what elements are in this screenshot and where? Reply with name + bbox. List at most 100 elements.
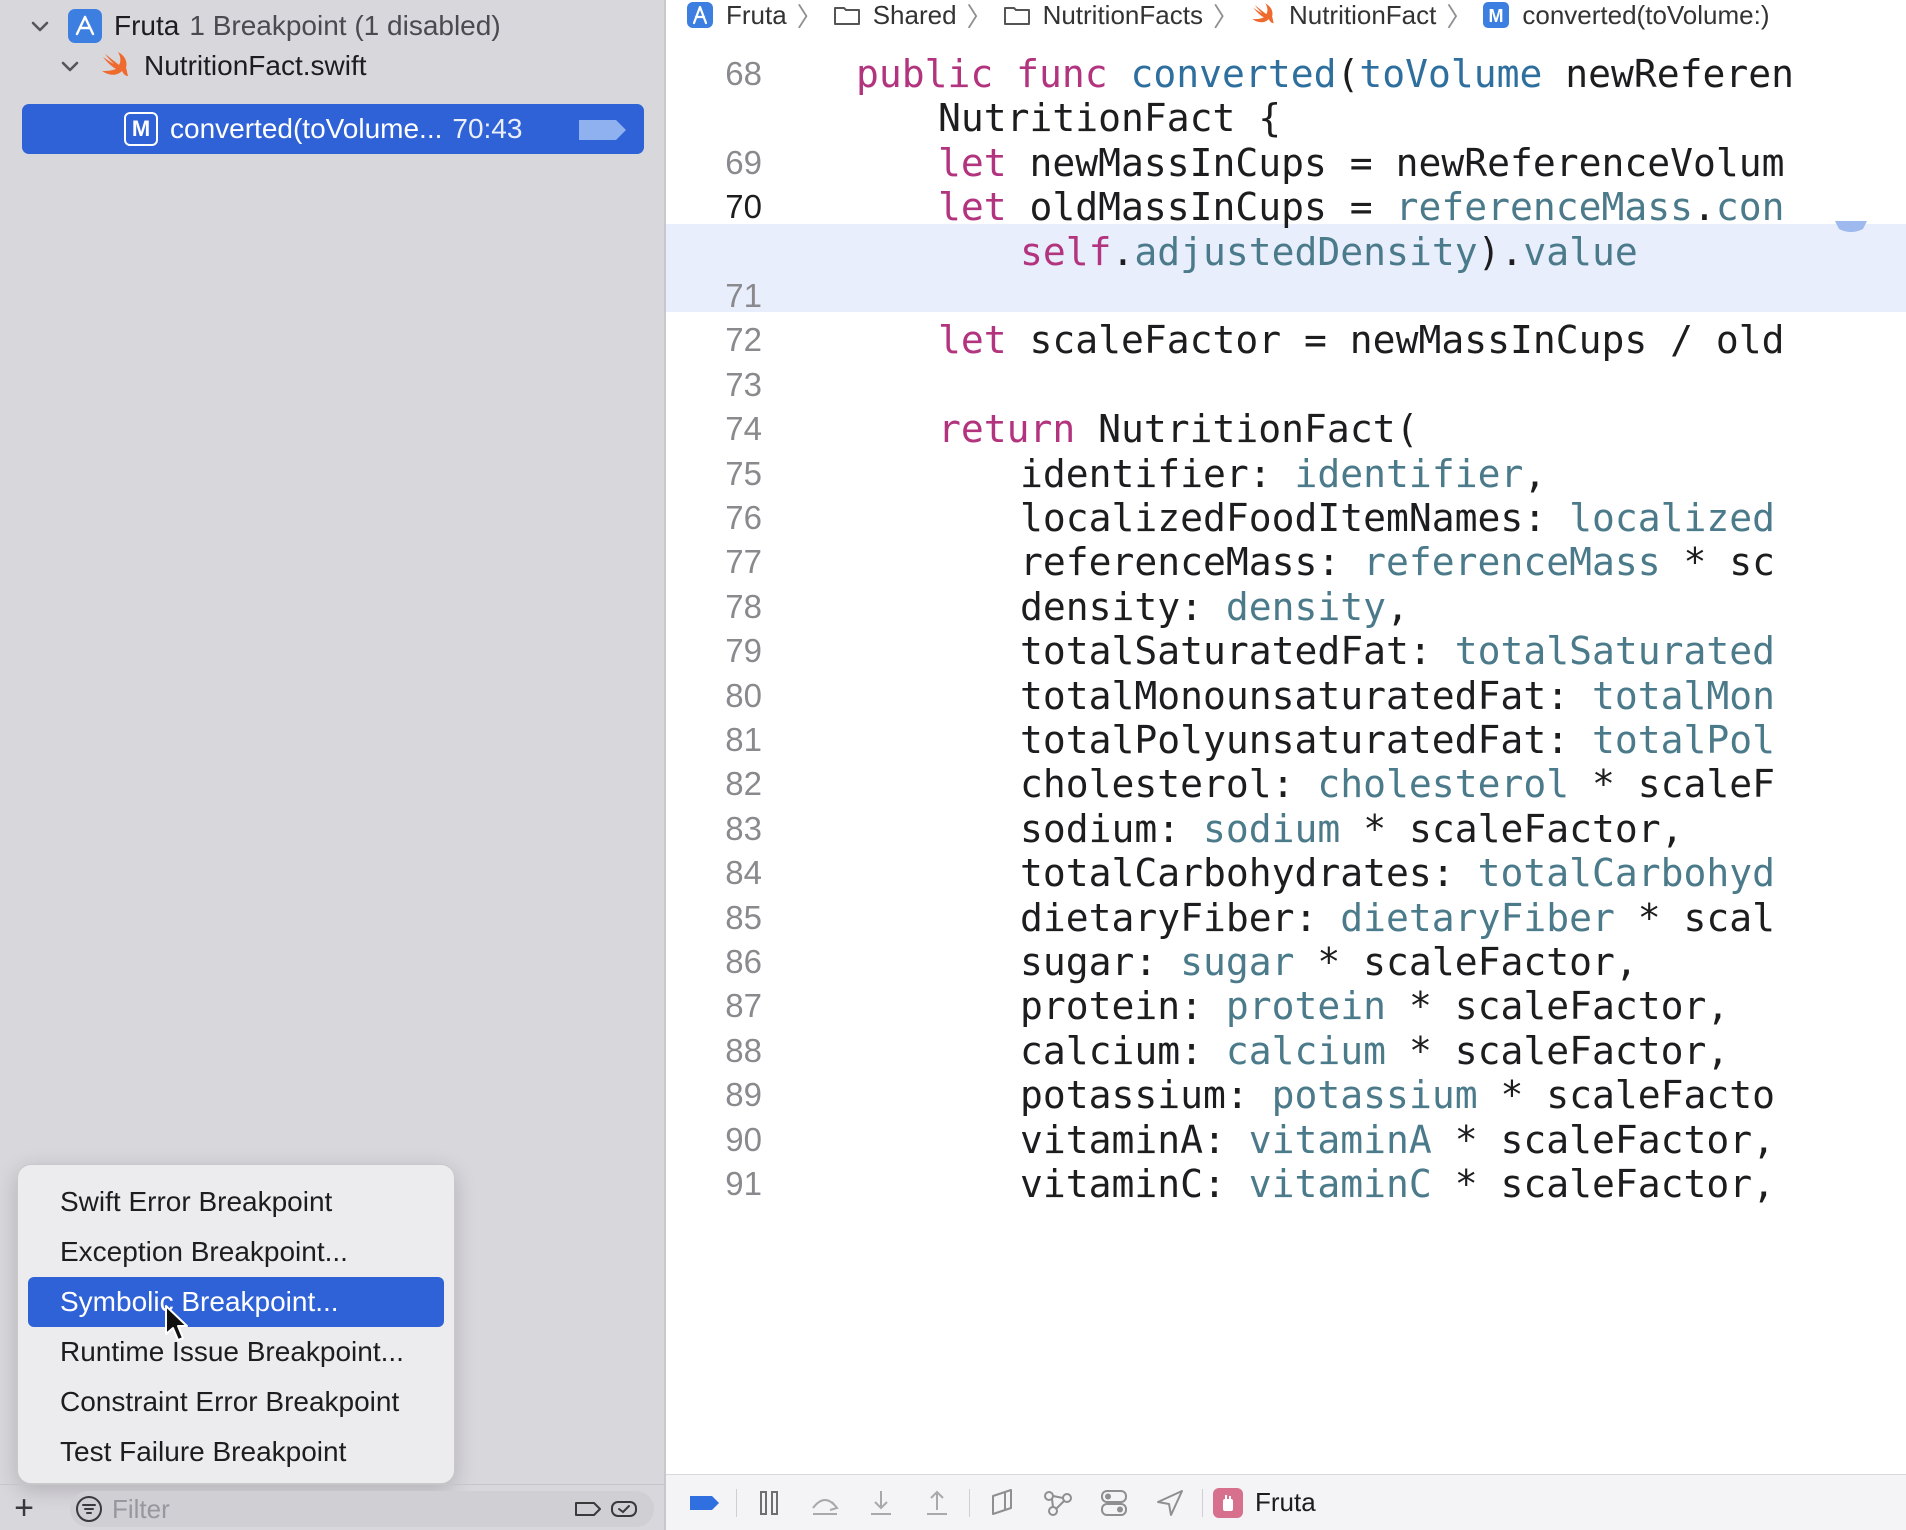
jumpbar-segment-file[interactable]: NutritionFact xyxy=(1249,0,1436,31)
pause-button[interactable] xyxy=(741,1475,797,1530)
column-breakpoint-marker-icon[interactable] xyxy=(1833,219,1869,233)
scheme-selector[interactable]: Fruta xyxy=(1213,1487,1316,1518)
code-line[interactable]: density: density, xyxy=(1020,585,1409,629)
view-hierarchy-button[interactable] xyxy=(974,1475,1030,1530)
code-line[interactable]: totalSaturatedFat: totalSaturated xyxy=(1020,629,1775,673)
swift-file-icon xyxy=(1249,1,1277,29)
code-line[interactable]: sodium: sodium * scaleFactor, xyxy=(1020,807,1683,851)
code-token: public xyxy=(856,52,1017,96)
code-line[interactable]: potassium: potassium * scaleFacto xyxy=(1020,1073,1775,1117)
line-number[interactable]: 69 xyxy=(666,141,762,185)
menu-item-swift-error-breakpoint[interactable]: Swift Error Breakpoint xyxy=(28,1177,444,1227)
menu-item-symbolic-breakpoint[interactable]: Symbolic Breakpoint... xyxy=(28,1277,444,1327)
filter-input[interactable] xyxy=(112,1493,532,1525)
menu-item-test-failure-breakpoint[interactable]: Test Failure Breakpoint xyxy=(28,1427,444,1477)
code-area[interactable]: 68 public func converted(toVolume newRefe… xyxy=(666,40,1906,1480)
environment-overrides-icon xyxy=(1101,1489,1127,1516)
file-row[interactable]: NutritionFact.swift xyxy=(56,44,367,88)
code-line[interactable]: dietaryFiber: dietaryFiber * scal xyxy=(1020,896,1775,940)
menu-item-constraint-error-breakpoint[interactable]: Constraint Error Breakpoint xyxy=(28,1377,444,1427)
simulate-location-button[interactable] xyxy=(1142,1475,1198,1530)
line-number[interactable]: 68 xyxy=(666,52,762,96)
line-number[interactable]: 77 xyxy=(666,540,762,584)
step-out-button[interactable] xyxy=(909,1475,965,1530)
code-token: density xyxy=(1225,584,1387,629)
step-into-button[interactable] xyxy=(853,1475,909,1530)
code-token: newMassInCups = newReferenceVolum xyxy=(1029,140,1785,185)
code-line[interactable]: self.adjustedDensity).value xyxy=(1020,230,1638,274)
line-number[interactable]: 90 xyxy=(666,1118,762,1162)
code-token: totalSaturated xyxy=(1454,629,1775,674)
line-number[interactable]: 78 xyxy=(666,585,762,629)
line-number[interactable]: 91 xyxy=(666,1162,762,1206)
code-line[interactable]: totalMonounsaturatedFat: totalMon xyxy=(1020,674,1775,718)
code-line[interactable]: totalCarbohydrates: totalCarbohyd xyxy=(1020,851,1775,895)
line-number[interactable]: 84 xyxy=(666,851,762,895)
code-line[interactable]: totalPolyunsaturatedFat: totalPol xyxy=(1020,718,1775,762)
filter-field[interactable] xyxy=(70,1491,654,1527)
code-line[interactable]: vitaminC: vitaminC * scaleFactor, xyxy=(1020,1162,1775,1206)
code-token: dietaryFiber xyxy=(1340,895,1615,940)
code-line[interactable]: referenceMass: referenceMass * sc xyxy=(1020,540,1775,584)
breakpoint-row-selected[interactable]: M converted(toVolume... 70:43 xyxy=(22,104,644,154)
breakpoints-toggle-button[interactable] xyxy=(676,1475,732,1530)
chevron-down-icon[interactable] xyxy=(26,12,54,40)
code-line[interactable]: localizedFoodItemNames: localized xyxy=(1020,496,1775,540)
line-number[interactable]: 76 xyxy=(666,496,762,540)
code-line[interactable]: let scaleFactor = newMassInCups / old xyxy=(938,318,1785,362)
code-line[interactable]: identifier: identifier, xyxy=(1020,452,1546,496)
menu-item-runtime-issue-breakpoint[interactable]: Runtime Issue Breakpoint... xyxy=(28,1327,444,1377)
line-number[interactable]: 80 xyxy=(666,674,762,718)
line-number[interactable]: 88 xyxy=(666,1029,762,1073)
show-modified-breakpoints-icon[interactable] xyxy=(610,1497,638,1521)
code-token: * scaleFactor, xyxy=(1294,940,1638,984)
code-token: referenceMass xyxy=(1395,185,1693,230)
line-number[interactable]: 73 xyxy=(666,363,762,407)
code-line[interactable]: public func converted(toVolume newRefere… xyxy=(856,52,1794,96)
line-number[interactable]: 89 xyxy=(666,1073,762,1117)
code-line[interactable]: protein: protein * scaleFactor, xyxy=(1020,984,1729,1028)
code-token: calcium: xyxy=(1020,1028,1226,1073)
code-token: NutritionFact { xyxy=(938,96,1282,141)
line-number[interactable]: 75 xyxy=(666,452,762,496)
project-row[interactable]: Fruta 1 Breakpoint (1 disabled) xyxy=(26,4,501,48)
environment-overrides-button[interactable] xyxy=(1086,1475,1142,1530)
line-number[interactable]: 79 xyxy=(666,629,762,673)
breakpoint-enabled-toggle-icon[interactable] xyxy=(576,118,628,142)
code-line[interactable]: calcium: calcium * scaleFactor, xyxy=(1020,1029,1729,1073)
menu-item-exception-breakpoint[interactable]: Exception Breakpoint... xyxy=(28,1227,444,1277)
code-line[interactable]: cholesterol: cholesterol * scaleF xyxy=(1020,762,1775,806)
step-over-button[interactable] xyxy=(797,1475,853,1530)
memory-graph-button[interactable] xyxy=(1030,1475,1086,1530)
code-token: , xyxy=(1523,451,1547,496)
code-token: sodium xyxy=(1203,806,1341,851)
separator xyxy=(1202,1488,1203,1517)
line-number[interactable]: 83 xyxy=(666,807,762,851)
line-number[interactable]: 71 xyxy=(666,274,762,318)
code-line[interactable]: return NutritionFact( xyxy=(938,407,1418,451)
jumpbar-segment-group-shared[interactable]: Shared xyxy=(833,0,957,31)
line-number[interactable]: 74 xyxy=(666,407,762,451)
line-number[interactable]: 70 xyxy=(666,185,762,229)
line-number[interactable]: 86 xyxy=(666,940,762,984)
code-token: potassium: xyxy=(1020,1073,1272,1118)
chevron-right-icon: 〉 xyxy=(966,1,993,32)
jumpbar-segment-group-nutritionfacts[interactable]: NutritionFacts xyxy=(1003,0,1203,31)
line-number[interactable]: 72 xyxy=(666,318,762,362)
jumpbar-segment-project[interactable]: Fruta xyxy=(686,0,787,31)
line-number[interactable]: 82 xyxy=(666,762,762,806)
chevron-down-icon[interactable] xyxy=(56,52,84,80)
line-number[interactable]: 81 xyxy=(666,718,762,762)
line-number[interactable]: 87 xyxy=(666,984,762,1028)
add-breakpoint-button[interactable]: + xyxy=(0,1491,48,1525)
code-token: ). xyxy=(1477,229,1524,274)
code-line[interactable]: let oldMassInCups = referenceMass.con xyxy=(938,185,1785,229)
line-number[interactable]: 85 xyxy=(666,896,762,940)
code-line[interactable]: NutritionFact { xyxy=(938,96,1281,140)
code-line[interactable]: vitaminA: vitaminA * scaleFactor, xyxy=(1020,1118,1775,1162)
code-line[interactable]: sugar: sugar * scaleFactor, xyxy=(1020,940,1638,984)
code-token: adjustedDensity xyxy=(1134,229,1478,274)
code-line[interactable]: let newMassInCups = newReferenceVolum xyxy=(938,141,1785,185)
jumpbar-segment-method[interactable]: M converted(toVolume:) xyxy=(1482,0,1770,31)
show-enabled-breakpoints-icon[interactable] xyxy=(574,1497,602,1521)
